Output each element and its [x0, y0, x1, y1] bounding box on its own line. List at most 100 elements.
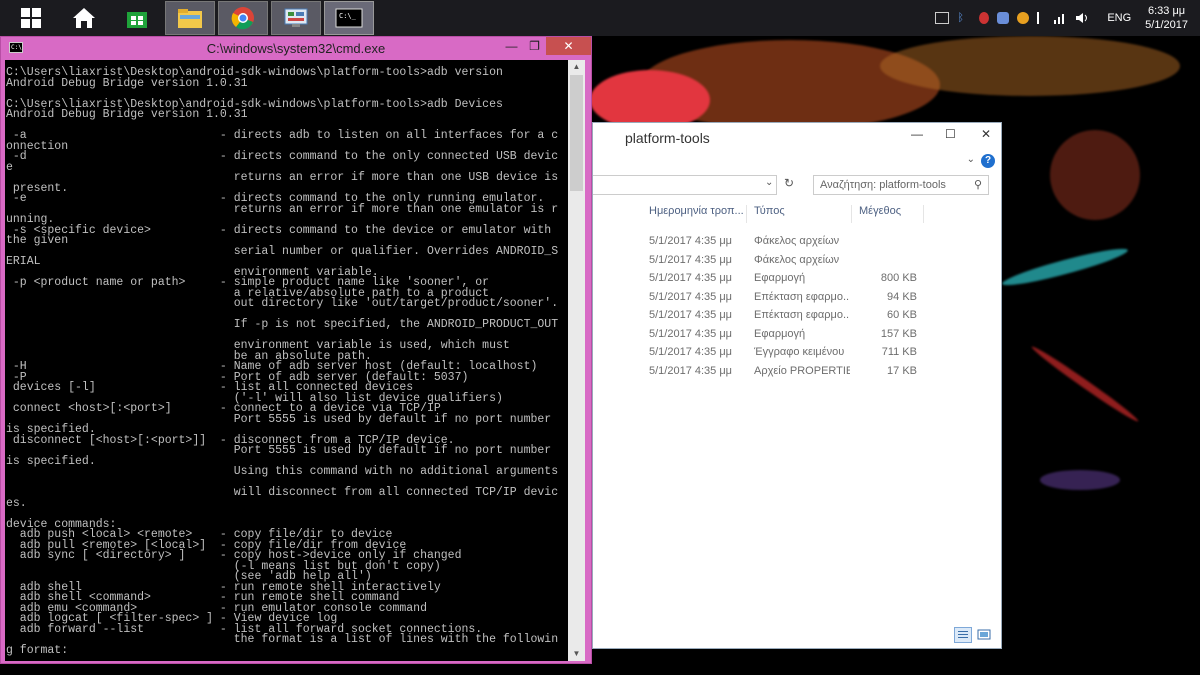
home-icon — [73, 8, 95, 28]
address-bar[interactable] — [593, 175, 777, 195]
file-type: Αρχείο PROPERTIES — [754, 364, 850, 377]
console-line: g format: — [6, 643, 69, 657]
cmd-button[interactable]: C:\_ — [324, 1, 374, 35]
file-size: 157 KB — [880, 327, 917, 340]
chrome-button[interactable] — [218, 1, 268, 35]
column-header-size[interactable]: Μέγεθος — [859, 205, 901, 217]
file-type: Φάκελος αρχείων — [754, 253, 840, 266]
file-type: Εφαρμογή — [754, 272, 806, 284]
cmd-title-bar[interactable]: C:\ C:\windows\system32\cmd.exe — ❐ ✕ — [1, 37, 591, 59]
language-indicator[interactable]: ENG — [1107, 12, 1131, 24]
view-buttons — [951, 627, 993, 643]
security-icon[interactable] — [1017, 12, 1030, 24]
clock-time: 6:33 μμ — [1148, 5, 1186, 17]
console-line: returns an error if more than one emulat… — [6, 202, 559, 216]
vertical-scrollbar[interactable]: ▲ ▼ — [568, 60, 585, 661]
ribbon: ⌄ ? — [593, 151, 1001, 173]
volume-icon[interactable] — [1075, 12, 1089, 24]
file-date: 5/1/2017 4:35 μμ — [649, 346, 733, 358]
address-dropdown-icon[interactable]: ⌄ — [765, 177, 773, 188]
file-type: Έγγραφο κειμένου — [754, 346, 845, 358]
console-line: es. — [6, 496, 27, 510]
close-button[interactable]: ✕ — [546, 37, 591, 55]
file-row[interactable]: 5/1/2017 4:35 μμ Έγγραφο κειμένου 711 KB — [593, 344, 1001, 362]
clock[interactable]: 6:33 μμ 5/1/2017 — [1145, 4, 1188, 32]
large-icons-view-icon[interactable] — [975, 627, 993, 643]
file-explorer-button[interactable] — [165, 1, 215, 35]
file-size: 94 KB — [887, 290, 917, 303]
home-button[interactable] — [59, 1, 109, 35]
column-divider[interactable] — [923, 205, 924, 223]
search-placeholder: Αναζήτηση: platform-tools — [820, 179, 946, 191]
window-title: platform-tools — [625, 130, 710, 146]
file-row[interactable]: 5/1/2017 4:35 μμ Φάκελος αρχείων — [593, 252, 1001, 270]
file-type: Εφαρμογή — [754, 327, 806, 340]
file-row[interactable]: 5/1/2017 4:35 μμ Αρχείο PROPERTIES 17 KB — [593, 363, 1001, 381]
cloud-sync-icon[interactable] — [997, 12, 1010, 24]
minimize-button[interactable]: — — [911, 127, 923, 141]
refresh-icon[interactable]: ↻ — [784, 176, 794, 190]
search-input[interactable]: Αναζήτηση: platform-tools ⚲ — [813, 175, 989, 195]
file-date: 5/1/2017 4:35 μμ — [649, 235, 733, 247]
file-date: 5/1/2017 4:35 μμ — [649, 327, 733, 340]
column-divider[interactable] — [746, 205, 747, 223]
file-size: 60 KB — [887, 309, 917, 321]
console-line: will disconnect from all connected TCP/I… — [6, 486, 559, 499]
file-date: 5/1/2017 4:35 μμ — [649, 290, 733, 303]
file-row[interactable]: 5/1/2017 4:35 μμ Επέκταση εφαρμο... 60 KB — [593, 307, 1001, 325]
scrollbar-thumb[interactable] — [570, 75, 583, 191]
console-line: serial number or qualifier. Overrides AN… — [6, 244, 559, 258]
help-icon[interactable]: ? — [981, 154, 995, 168]
action-center-icon[interactable] — [935, 12, 950, 24]
svg-text:C:\_: C:\_ — [339, 12, 357, 20]
taskbar: C:\_ ᛒ ENG 6:33 μμ 5/1/2017 — [0, 0, 1200, 36]
store-button[interactable] — [112, 1, 162, 35]
file-type: Φάκελος αρχείων — [754, 235, 840, 247]
details-view-icon[interactable] — [954, 627, 972, 643]
file-row[interactable]: 5/1/2017 4:35 μμ Φάκελος αρχείων — [593, 233, 1001, 251]
file-date: 5/1/2017 4:35 μμ — [649, 364, 733, 377]
console-line: -a - directs adb to listen on all interf… — [6, 129, 559, 142]
explorer-title-bar[interactable]: platform-tools — ☐ ✕ — [593, 123, 1001, 151]
file-row[interactable]: 5/1/2017 4:35 μμ Επέκταση εφαρμο... 94 KB — [593, 289, 1001, 307]
maximize-button[interactable]: ☐ — [945, 127, 956, 141]
control-panel-icon — [284, 8, 308, 27]
column-header-type[interactable]: Τύπος — [754, 205, 785, 217]
system-tray: ᛒ ENG 6:33 μμ 5/1/2017 — [931, 0, 1200, 36]
console-output[interactable]: C:\Users\liaxrist\Desktop\android-sdk-wi… — [5, 60, 568, 661]
store-icon — [127, 12, 147, 28]
file-date: 5/1/2017 4:35 μμ — [649, 272, 733, 284]
file-row[interactable]: 5/1/2017 4:35 μμ Εφαρμογή 157 KB — [593, 326, 1001, 344]
console-line: Android Debug Bridge version 1.0.31 — [6, 76, 248, 90]
folder-icon — [178, 9, 202, 28]
file-row[interactable]: 5/1/2017 4:35 μμ Εφαρμογή 800 KB — [593, 270, 1001, 288]
file-date: 5/1/2017 4:35 μμ — [649, 309, 733, 321]
start-button[interactable] — [6, 1, 56, 35]
close-button[interactable]: ✕ — [981, 127, 991, 141]
scroll-down-icon[interactable]: ▼ — [568, 647, 585, 661]
scroll-up-icon[interactable]: ▲ — [568, 60, 585, 74]
network-status-icon[interactable] — [979, 12, 990, 24]
control-panel-button[interactable] — [271, 1, 321, 35]
console-line: If -p is not specified, the ANDROID_PROD… — [6, 318, 559, 331]
chrome-icon — [231, 7, 254, 30]
restore-button[interactable]: ❐ — [521, 37, 548, 55]
chevron-down-icon[interactable]: ⌄ — [967, 154, 975, 165]
cmd-window[interactable]: C:\ C:\windows\system32\cmd.exe — ❐ ✕ C:… — [0, 36, 592, 664]
search-icon: ⚲ — [973, 179, 982, 191]
windows-logo-icon — [21, 8, 41, 28]
file-type: Επέκταση εφαρμο... — [754, 290, 850, 303]
console-line: Android Debug Bridge version 1.0.31 — [6, 108, 248, 121]
column-header-date[interactable]: Ημερομηνία τροπ... — [649, 205, 744, 217]
console-line: the format is a list of lines with the f… — [6, 633, 559, 646]
file-explorer-window[interactable]: platform-tools — ☐ ✕ ⌄ ? ⌄ ↻ Αναζήτηση: … — [592, 122, 1002, 649]
signal-icon[interactable] — [1053, 12, 1067, 24]
bluetooth-icon[interactable]: ᛒ — [957, 12, 971, 24]
file-size: 800 KB — [880, 272, 917, 284]
column-divider[interactable] — [851, 205, 852, 223]
console-line: -d - directs command to the only connect… — [6, 150, 559, 163]
console-line: -s <specific device> - directs command t… — [6, 223, 552, 237]
flag-icon[interactable] — [1037, 12, 1045, 24]
cmd-icon: C:\_ — [335, 8, 363, 28]
console-line: out directory like 'out/target/product/s… — [6, 297, 559, 310]
